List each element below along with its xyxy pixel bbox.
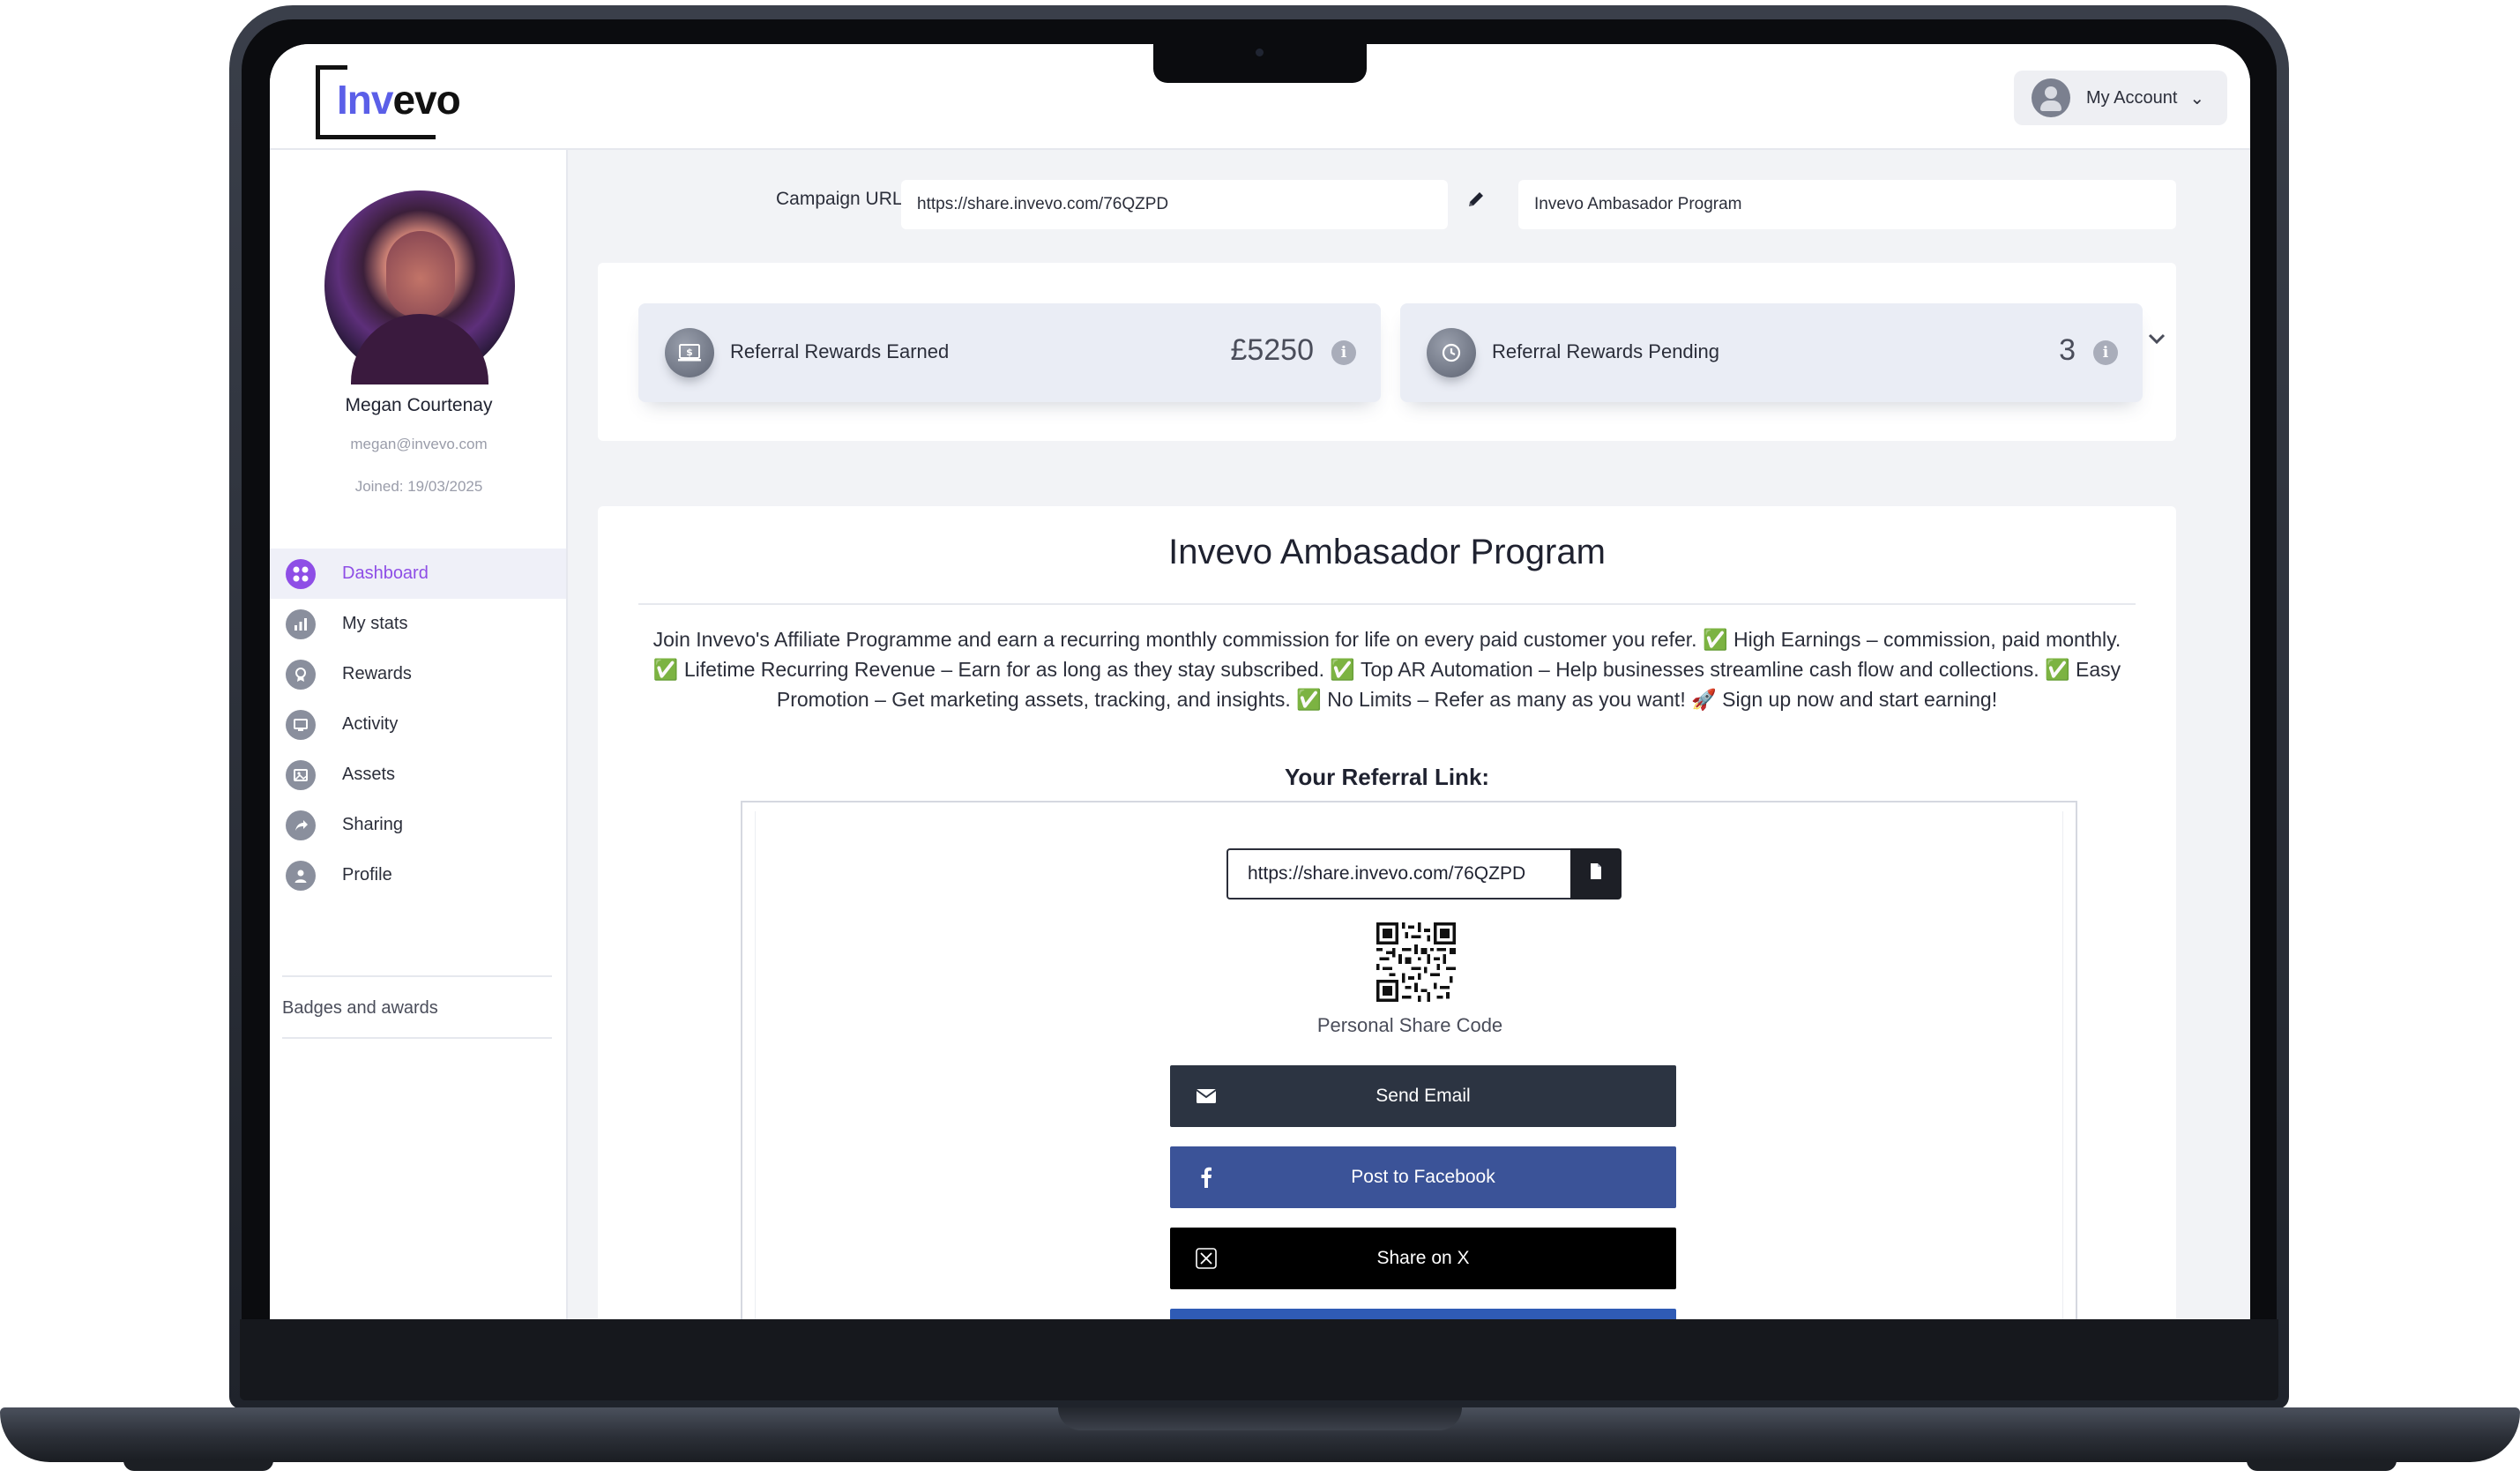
badges-and-awards-link[interactable]: Badges and awards	[282, 998, 438, 1019]
qr-label: Personal Share Code	[1316, 1014, 1503, 1036]
sidebar-item-assets[interactable]: Assets	[270, 750, 566, 800]
info-icon[interactable]: i	[2093, 340, 2118, 365]
laptop-chin	[240, 1319, 2278, 1400]
referral-box-inner: https://share.invevo.com/76QZPD Personal…	[755, 811, 2063, 1319]
sidebar-item-label: My stats	[342, 614, 408, 633]
account-label: My Account	[2086, 87, 2178, 108]
stats-panel: $ Referral Rewards Earned £5250 i Referr…	[598, 263, 2176, 441]
grid-icon	[286, 558, 316, 589]
send-email-button[interactable]: Send Email	[1170, 1065, 1676, 1127]
share-on-x-button[interactable]: Share on X	[1170, 1228, 1676, 1289]
envelope-icon	[1193, 1083, 1219, 1109]
camera-icon	[1256, 49, 1264, 56]
x-logo-icon	[1193, 1245, 1219, 1272]
campaign-name-field[interactable]: Invevo Ambasador Program	[1518, 180, 2176, 229]
stat-rewards-pending: Referral Rewards Pending 3 i	[1400, 303, 2143, 402]
edit-pencil-icon[interactable]	[1465, 189, 1487, 216]
stat-label: Referral Rewards Pending	[1492, 340, 1720, 362]
copy-link-button[interactable]	[1570, 848, 1622, 899]
logo[interactable]: Invevo	[337, 76, 461, 123]
stat-rewards-earned: $ Referral Rewards Earned £5250 i	[638, 303, 1381, 402]
post-to-facebook-label: Post to Facebook	[1351, 1167, 1495, 1187]
document-icon	[1589, 862, 1603, 885]
program-description: Join Invevo's Affiliate Programme and ea…	[652, 628, 2121, 711]
chevron-down-icon: ⌄	[2189, 88, 2205, 108]
referral-link-title: Your Referral Link:	[1284, 764, 1490, 790]
share-icon	[286, 810, 316, 840]
facebook-icon	[1193, 1164, 1219, 1191]
main-content: Campaign URL https://share.invevo.com/76…	[568, 150, 2250, 1319]
profile-photo	[324, 190, 515, 384]
sidebar: Megan Courtenay megan@invevo.com Joined:…	[270, 150, 568, 1319]
profile-joined: Joined: 19/03/2025	[354, 478, 483, 495]
sidebar-nav: Dashboard My stats Rewards Activity Asse…	[270, 549, 566, 900]
sidebar-item-rewards[interactable]: Rewards	[270, 649, 566, 699]
sidebar-item-activity[interactable]: Activity	[270, 699, 566, 750]
sidebar-item-label: Profile	[342, 865, 392, 885]
clock-icon	[1427, 328, 1476, 377]
sidebar-item-profile[interactable]: Profile	[270, 850, 566, 900]
share-on-x-label: Share on X	[1376, 1248, 1470, 1268]
profile-name: Megan Courtenay	[345, 395, 493, 415]
laptop-base-notch	[1058, 1407, 1462, 1430]
logo-accent: Inv	[337, 77, 393, 123]
program-card: Invevo Ambasador Program Join Invevo's A…	[598, 506, 2176, 1319]
user-icon	[286, 860, 316, 891]
award-icon	[286, 659, 316, 690]
stat-label: Referral Rewards Earned	[730, 340, 950, 362]
campaign-url-field[interactable]: https://share.invevo.com/76QZPD	[901, 180, 1448, 229]
info-icon[interactable]: i	[1331, 340, 1356, 365]
laptop-foot-right	[2247, 1460, 2397, 1471]
sidebar-item-dashboard[interactable]: Dashboard	[270, 549, 566, 599]
sidebar-item-label: Sharing	[342, 815, 403, 834]
user-avatar-icon	[2032, 78, 2070, 117]
stat-value: £5250	[1230, 333, 1314, 367]
referral-link-row: https://share.invevo.com/76QZPD	[1226, 848, 1622, 899]
post-to-facebook-button[interactable]: Post to Facebook	[1170, 1146, 1676, 1208]
logo-rest: evo	[392, 77, 460, 123]
sidebar-divider	[282, 975, 552, 977]
sidebar-item-label: Rewards	[342, 664, 412, 683]
chevron-down-icon[interactable]	[2146, 325, 2167, 352]
program-divider	[638, 603, 2136, 605]
campaign-url-label: Campaign URL	[776, 189, 903, 209]
sidebar-item-my-stats[interactable]: My stats	[270, 599, 566, 649]
money-icon: $	[665, 328, 714, 377]
referral-link-input[interactable]: https://share.invevo.com/76QZPD	[1226, 848, 1570, 899]
qr-code	[1376, 922, 1456, 1002]
sidebar-item-sharing[interactable]: Sharing	[270, 800, 566, 850]
sidebar-item-label: Activity	[342, 714, 399, 734]
referral-box: https://share.invevo.com/76QZPD Personal…	[741, 801, 2077, 1319]
send-email-label: Send Email	[1376, 1086, 1471, 1106]
sidebar-divider	[282, 1037, 552, 1039]
chart-icon	[286, 608, 316, 639]
my-account-button[interactable]: My Account ⌄	[2014, 71, 2227, 125]
profile-email: megan@invevo.com	[350, 436, 488, 452]
share-button-partial[interactable]	[1170, 1309, 1676, 1319]
monitor-icon	[286, 709, 316, 740]
sidebar-item-label: Assets	[342, 765, 396, 784]
image-icon	[286, 759, 316, 790]
program-title[interactable]: Invevo Ambasador Program	[598, 533, 2176, 572]
svg-text:$: $	[686, 347, 693, 358]
stat-value: 3	[2059, 333, 2076, 367]
screen: Invevo My Account ⌄ Megan Courtenay mega…	[270, 44, 2250, 1319]
sidebar-item-label: Dashboard	[342, 564, 429, 583]
laptop-foot-left	[123, 1460, 273, 1471]
